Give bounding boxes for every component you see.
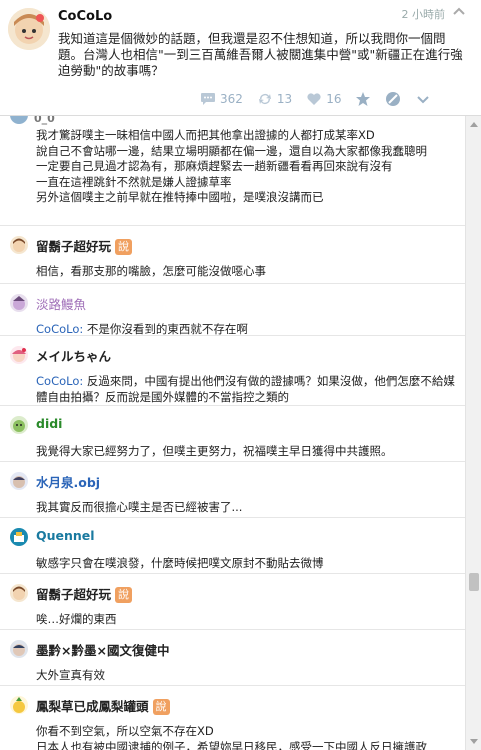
response-author[interactable]: 墨黔×黔墨×國文復健中 bbox=[36, 640, 169, 659]
repost-count-button[interactable]: 13 bbox=[257, 92, 292, 106]
mute-icon bbox=[386, 92, 401, 106]
response-text: 敏感字只會在噗浪發，什麼時候把噗文原封不動貼去微博 bbox=[36, 556, 324, 570]
response-author[interactable]: didi bbox=[36, 416, 62, 431]
avatar[interactable] bbox=[10, 416, 28, 434]
chevron-down-icon bbox=[417, 96, 430, 104]
scrollbar[interactable] bbox=[465, 116, 481, 750]
response-author[interactable]: 鳳梨草已成鳳梨罐頭說 bbox=[36, 696, 170, 715]
response-item: 水月泉.obj 我其實反而很擔心噗主是否已經被害了... bbox=[0, 462, 465, 518]
response-item: 留鬍子超好玩說 唉…好爛的東西 bbox=[0, 574, 465, 630]
badge: 說 bbox=[115, 587, 133, 603]
like-count-button[interactable]: 16 bbox=[306, 92, 341, 106]
response-author-name: 留鬍子超好玩 bbox=[36, 239, 112, 254]
response-thread[interactable]: 0_0 我才驚訝噗主一昧相信中國人而把其他拿出證據的人都打成某率XD 說自己不會… bbox=[0, 116, 465, 750]
arrow-up-icon bbox=[470, 122, 478, 127]
like-count: 16 bbox=[326, 92, 342, 106]
post-time: 2 小時前 bbox=[401, 8, 446, 21]
response-author-name: 鳳梨草已成鳳梨罐頭 bbox=[36, 699, 149, 714]
response-text: 大外宣真有效 bbox=[36, 668, 105, 682]
response-item: Quennel 敏感字只會在噗浪發，什麼時候把噗文原封不動貼去微博 bbox=[0, 518, 465, 574]
response-author[interactable]: 留鬍子超好玩說 bbox=[36, 584, 133, 603]
comment-icon bbox=[201, 93, 215, 105]
post-header: CoCoLo 2 小時前 我知道這是個微妙的話題，但我還是忍不住想知道，所以我問… bbox=[0, 0, 481, 116]
response-item: 鳳梨草已成鳳梨罐頭說 你看不到空氣，所以空氣不存在XD 日本人也有被中國逮捕的例… bbox=[0, 686, 465, 750]
response-item: didi 我覺得大家已經努力了，但噗主更努力，祝福噗主早日獲得中共護照。 bbox=[0, 406, 465, 462]
response-text: CoCoLo: 不是你沒看到的東西就不存在啊 bbox=[36, 321, 456, 337]
mention-link[interactable]: CoCoLo: bbox=[36, 322, 83, 336]
author-avatar[interactable] bbox=[8, 8, 50, 50]
avatar[interactable] bbox=[10, 696, 28, 714]
avatar[interactable] bbox=[10, 294, 28, 312]
response-author[interactable]: 留鬍子超好玩說 bbox=[36, 236, 133, 255]
response-line: 說自己不會站哪一邊，結果立場明顯都在偏一邊，還自以為大家都像我蠢聰明 bbox=[36, 143, 427, 158]
scroll-thumb[interactable] bbox=[469, 573, 479, 591]
response-item: 留鬍子超好玩說 相信，看那支那的嘴臉，怎麼可能沒做噁心事 bbox=[0, 226, 465, 284]
repost-count: 13 bbox=[276, 92, 293, 106]
avatar[interactable] bbox=[10, 528, 28, 546]
post-body: 我知道這是個微妙的話題，但我還是忍不住想知道，所以我問你一個問題。台灣人也相信"… bbox=[58, 31, 463, 78]
response-author[interactable]: 淡路鰻魚 bbox=[36, 294, 86, 313]
bookmark-button[interactable] bbox=[355, 91, 371, 107]
badge: 說 bbox=[115, 239, 133, 255]
response-author-name: 留鬍子超好玩 bbox=[36, 587, 112, 602]
response-author[interactable]: 0_0 bbox=[34, 116, 55, 125]
response-item: 0_0 我才驚訝噗主一昧相信中國人而把其他拿出證據的人都打成某率XD 說自己不會… bbox=[0, 116, 465, 226]
response-item: 墨黔×黔墨×國文復健中 大外宣真有效 bbox=[0, 630, 465, 686]
response-line: 一定要自己見過才認為有，那麻煩趕緊去一趟新疆看看再回來說有沒有 bbox=[36, 159, 393, 173]
avatar[interactable] bbox=[10, 584, 28, 602]
heart-icon bbox=[307, 93, 321, 105]
response-line: 一直在這裡跳針不然就是嫌人證據草率 bbox=[36, 174, 232, 189]
arrow-down-icon bbox=[470, 739, 478, 744]
reply-count-button[interactable]: 362 bbox=[200, 92, 243, 106]
avatar[interactable] bbox=[10, 640, 28, 658]
response-text: 我其實反而很擔心噗主是否已經被害了... bbox=[36, 500, 243, 514]
response-item: 淡路鰻魚 CoCoLo: 不是你沒看到的東西就不存在啊 bbox=[0, 284, 465, 336]
response-body: 不是你沒看到的東西就不存在啊 bbox=[83, 322, 248, 336]
reply-count: 362 bbox=[220, 92, 243, 106]
response-line: 我才驚訝噗主一昧相信中國人而把其他拿出證據的人都打成某率XD bbox=[36, 128, 375, 142]
scroll-up-button[interactable] bbox=[466, 116, 481, 132]
more-options-button[interactable] bbox=[415, 91, 431, 107]
avatar[interactable] bbox=[10, 116, 28, 124]
mention-link[interactable]: CoCoLo: bbox=[36, 374, 83, 388]
avatar[interactable] bbox=[10, 346, 28, 364]
response-text: 唉…好爛的東西 bbox=[36, 612, 117, 626]
star-icon bbox=[356, 92, 371, 106]
response-text: CoCoLo: 反過來問，中國有提出他們沒有做的證據嗎？如果沒做，他們怎麼不給媒… bbox=[36, 373, 456, 405]
response-body: 反過來問，中國有提出他們沒有做的證據嗎？如果沒做，他們怎麼不給媒體自由拍攝？反而… bbox=[36, 374, 455, 404]
post-author[interactable]: CoCoLo bbox=[58, 9, 112, 24]
response-text: 相信，看那支那的嘴臉，怎麼可能沒做噁心事 bbox=[36, 264, 266, 278]
response-text: 我覺得大家已經努力了，但噗主更努力，祝福噗主早日獲得中共護照。 bbox=[36, 444, 393, 458]
badge: 說 bbox=[152, 699, 170, 715]
response-author[interactable]: メイルちゃん bbox=[36, 346, 111, 365]
mute-button[interactable] bbox=[385, 91, 401, 107]
response-text: 我才驚訝噗主一昧相信中國人而把其他拿出證據的人都打成某率XD 說自己不會站哪一邊… bbox=[36, 128, 456, 206]
response-author[interactable]: 水月泉.obj bbox=[36, 472, 100, 491]
scroll-down-button[interactable] bbox=[466, 734, 481, 750]
response-line: 另外這個噗主之前早就在推特捧中國啦，是噗浪沒講而已 bbox=[36, 190, 324, 204]
post-actions: 362 13 16 bbox=[200, 88, 445, 110]
repost-icon bbox=[258, 94, 271, 104]
collapse-chevron-icon[interactable] bbox=[451, 4, 467, 20]
avatar[interactable] bbox=[10, 472, 28, 490]
response-author[interactable]: Quennel bbox=[36, 528, 95, 543]
response-item: メイルちゃん CoCoLo: 反過來問，中國有提出他們沒有做的證據嗎？如果沒做，… bbox=[0, 336, 465, 406]
avatar[interactable] bbox=[10, 236, 28, 254]
response-text: 你看不到空氣，所以空氣不存在XD 日本人也有被中國逮捕的例子，希望妳早日移民，感… bbox=[36, 724, 427, 750]
